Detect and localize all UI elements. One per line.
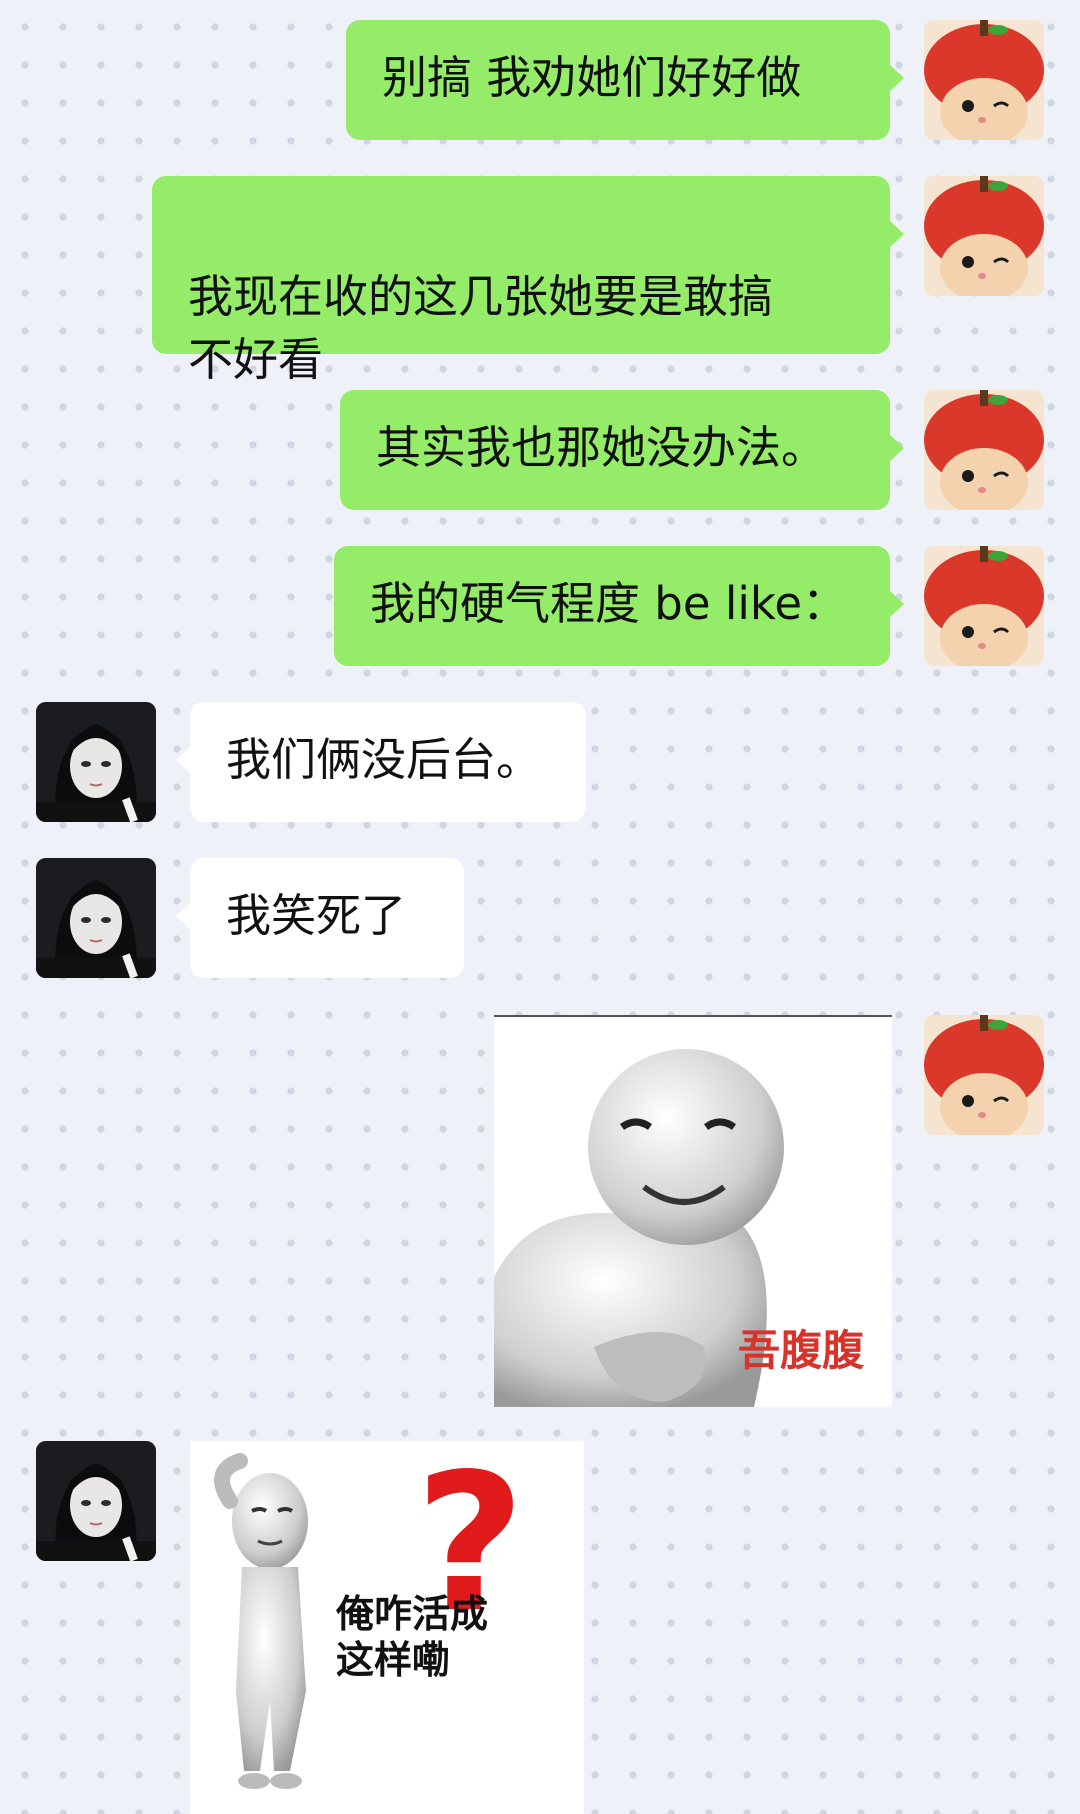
message-bubble-received[interactable]: 我笑死了 [176,858,464,978]
my-avatar[interactable] [924,1015,1044,1135]
girl-avatar-icon [36,858,156,978]
friend-avatar[interactable] [36,702,156,822]
message-text: 其实我也那她没办法。 [376,421,827,474]
cat-avatar-icon [924,390,1044,510]
message-text: 我们俩没后台。 [226,733,542,786]
sticker-caption-line2: 这样嘞 [336,1638,451,1682]
cat-avatar-icon [924,20,1044,140]
cat-avatar-icon [924,1015,1044,1135]
message-text: 别搞 我劝她们好好做 [382,51,802,104]
message-bubble-sent[interactable]: 我现在收的这几张她要是敢搞 不好看 [152,176,904,386]
cat-avatar-icon [924,176,1044,296]
my-avatar[interactable] [924,390,1044,510]
message-bubble-sent[interactable]: 其实我也那她没办法。 [340,390,904,510]
girl-avatar-icon [36,1441,156,1561]
sticker-caption: 吾腹腹 [738,1326,865,1375]
sticker-caption-line1: 俺咋活成 [336,1592,489,1636]
laughing-meme-sticker[interactable]: 吾腹腹 [494,1015,892,1407]
my-avatar[interactable] [924,176,1044,296]
my-avatar[interactable] [924,546,1044,666]
message-text: 我笑死了 [226,889,407,942]
message-bubble-sent[interactable]: 我的硬气程度 be like： [334,546,904,666]
friend-avatar[interactable] [36,1441,156,1561]
message-text: 我的硬气程度 be like： [370,577,848,630]
message-bubble-received[interactable]: 我们俩没后台。 [176,702,586,822]
message-bubble-sent[interactable]: 别搞 我劝她们好好做 [346,20,904,140]
cat-avatar-icon [924,546,1044,666]
girl-avatar-icon [36,702,156,822]
confused-meme-sticker[interactable]: ? 俺咋活成 这样嘞 [190,1441,584,1814]
friend-avatar[interactable] [36,858,156,978]
my-avatar[interactable] [924,20,1044,140]
message-text: 我现在收的这几张她要是敢搞 不好看 [188,270,774,386]
